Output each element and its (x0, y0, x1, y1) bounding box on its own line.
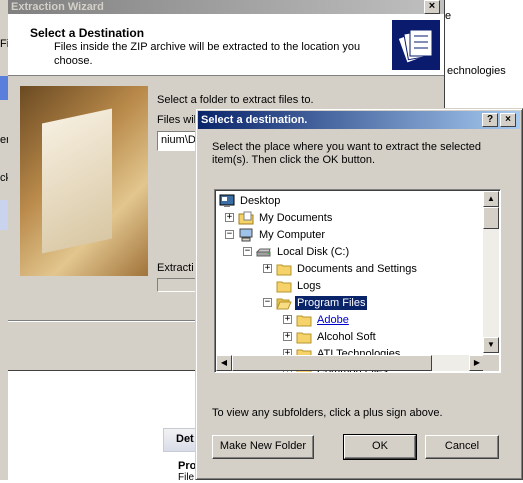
tree-node-label: Alcohol Soft (317, 330, 376, 343)
dialog-close-button[interactable]: × (500, 113, 516, 127)
tree-node-label: Local Disk (C:) (277, 245, 350, 258)
tree-node-label: My Computer (259, 228, 326, 241)
files-label: Files wil (157, 114, 197, 126)
arrow-down-icon: ▼ (487, 340, 495, 349)
tree-node-label: My Documents (259, 211, 333, 224)
scroll-corner (483, 355, 499, 371)
cancel-button[interactable]: Cancel (425, 435, 499, 459)
help-icon: ? (486, 114, 494, 125)
tree-node[interactable]: + My Documents (225, 209, 334, 226)
scroll-up-button[interactable]: ▲ (483, 191, 499, 207)
tree-node[interactable]: Desktop (219, 192, 282, 209)
folder-tree[interactable]: Desktop + My Documents − My Computer − Local D… (214, 189, 501, 373)
expand-icon[interactable]: + (225, 213, 234, 222)
wizard-titlebar[interactable]: Extraction Wizard × (8, 0, 444, 14)
dialog-titlebar[interactable]: Select a destination. ? × (198, 111, 520, 129)
tree-node-label: Program Files (295, 295, 368, 310)
tree-node-label: Desktop (240, 194, 281, 207)
tree-node[interactable]: − Local Disk (C:) (243, 243, 351, 260)
tree-node[interactable]: − My Computer (225, 226, 327, 243)
folder-icon (296, 330, 315, 344)
scroll-left-button[interactable]: ◀ (216, 355, 232, 371)
tree-horizontal-scrollbar[interactable]: ◀ ▶ (216, 355, 485, 371)
background-text: e (445, 10, 452, 22)
tree-node[interactable]: + Adobe (283, 311, 351, 328)
close-icon: × (505, 114, 511, 125)
dialog-instruction: Select the place where you want to extra… (212, 141, 482, 166)
wizard-close-button[interactable]: × (424, 0, 440, 14)
wizard-side-image (20, 86, 148, 276)
drive-icon (256, 245, 275, 259)
help-button[interactable]: ? (482, 113, 498, 127)
dialog-hint: To view any subfolders, click a plus sig… (212, 407, 443, 419)
make-new-folder-button[interactable]: Make New Folder (212, 435, 314, 459)
wizard-title: Extraction Wizard (11, 1, 104, 13)
my-computer-icon (238, 228, 257, 242)
collapse-icon[interactable]: − (243, 247, 252, 256)
tree-node[interactable]: − Program Files (263, 294, 368, 311)
dialog-title: Select a destination. (201, 114, 308, 126)
extracting-label: Extracti (157, 262, 194, 274)
arrow-up-icon: ▲ (487, 194, 495, 203)
arrow-left-icon: ◀ (220, 358, 228, 367)
arrow-right-icon: ▶ (473, 358, 481, 367)
select-folder-label: Select a folder to extract files to. (157, 94, 314, 106)
tree-node[interactable]: Logs (263, 277, 323, 294)
background-detail-item: Pro (178, 460, 197, 472)
tree-node[interactable]: + Alcohol Soft (283, 328, 378, 345)
expand-icon[interactable]: + (283, 315, 292, 324)
scroll-down-button[interactable]: ▼ (483, 337, 499, 353)
wizard-subtext: Files inside the ZIP archive will be ext… (54, 41, 361, 67)
tree-node-label: Logs (297, 279, 321, 292)
collapse-icon[interactable]: − (225, 230, 234, 239)
expand-icon[interactable]: + (263, 264, 272, 273)
tree-node-label: Adobe (317, 313, 349, 326)
select-destination-dialog: Select a destination. ? × Select the pla… (195, 108, 523, 480)
folder-icon (276, 279, 295, 293)
my-documents-icon (238, 211, 257, 225)
scroll-thumb[interactable] (483, 207, 499, 229)
scroll-thumb-horizontal[interactable] (232, 355, 432, 371)
wizard-heading: Select a Destination (30, 26, 145, 40)
close-icon: × (428, 0, 436, 12)
folder-icon (276, 262, 295, 276)
folder-open-icon (276, 296, 295, 310)
desktop-icon (219, 194, 238, 208)
zip-folder-icon (392, 20, 440, 70)
tree-node[interactable]: + Documents and Settings (263, 260, 419, 277)
wizard-header: Select a Destination Files inside the ZI… (8, 14, 444, 76)
ok-button[interactable]: OK (343, 434, 417, 460)
tree-vertical-scrollbar[interactable]: ▲ ▼ (483, 191, 499, 353)
expand-icon[interactable]: + (283, 332, 292, 341)
collapse-icon[interactable]: − (263, 298, 272, 307)
background-text: echnologies (447, 65, 506, 77)
background-left-pane (0, 0, 8, 480)
tree-node-label: Documents and Settings (297, 262, 417, 275)
folder-icon (296, 313, 315, 327)
